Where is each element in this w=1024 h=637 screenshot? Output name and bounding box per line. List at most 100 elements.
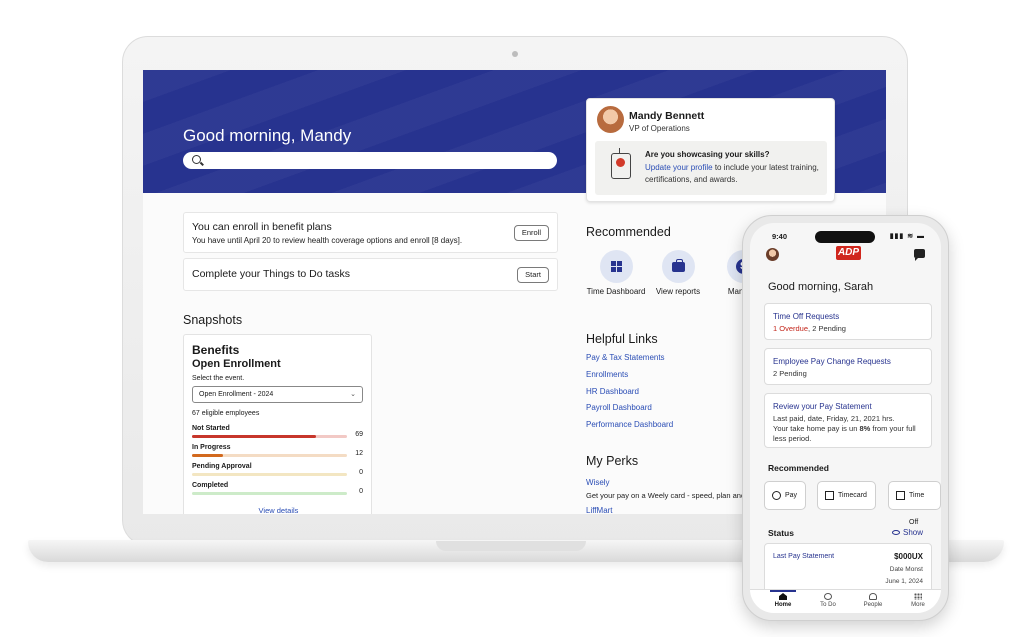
nav-todo[interactable]: To Do [808, 593, 848, 608]
badge-icon [611, 148, 631, 179]
perk-liffmart[interactable]: LiffMart [586, 506, 613, 514]
profile-title: VP of Operations [629, 124, 690, 133]
status-label: Completed [192, 482, 229, 489]
progress-fill [192, 435, 316, 438]
mobile-screen: 9:40 ▮▮▮ ≋ ▬ ADP Good morning, Sarah Tim… [750, 223, 941, 613]
nav-label: More [911, 602, 925, 608]
rec-label: Time Dashboard [586, 287, 646, 296]
signal-wifi-battery-icon: ▮▮▮ ≋ ▬ [889, 233, 925, 240]
rec-label: View reports [655, 287, 701, 296]
nav-label: People [863, 602, 883, 608]
profile-name: Mandy Bennett [629, 110, 705, 122]
card-subtitle: 1 Overdue, 2 Pending [773, 324, 846, 333]
chip-label: Timecard [838, 492, 867, 499]
search-input[interactable] [183, 152, 557, 169]
event-select[interactable]: Open Enrollment - 2024 ⌄ [192, 386, 363, 403]
avatar[interactable] [766, 248, 779, 261]
nav-home[interactable]: Home [763, 593, 803, 608]
benefits-subtitle: Open Enrollment [192, 358, 281, 370]
link-payroll-dashboard[interactable]: Payroll Dashboard [586, 403, 652, 412]
view-details-link[interactable]: View details [184, 506, 373, 514]
status-heading: Status [768, 528, 794, 538]
status-label: In Progress [192, 444, 231, 451]
card-text: Last paid, date, Friday, 21, 2021 hrs. Y… [773, 414, 923, 444]
progress-track [192, 473, 347, 476]
pending-count: , 2 Pending [808, 324, 846, 333]
search-icon [192, 155, 201, 164]
status-row-not-started: Not Started 69 [192, 425, 363, 443]
show-toggle[interactable]: Show [891, 528, 923, 537]
pay-statement-card[interactable]: Review your Pay Statement Last paid, dat… [764, 393, 932, 448]
progress-fill [192, 454, 223, 457]
dollar-icon [772, 491, 781, 500]
skills-question: Are you showcasing your skills? [645, 150, 770, 159]
show-label: Show [902, 528, 923, 537]
time-off-card[interactable]: Time Off Requests 1 Overdue, 2 Pending [764, 303, 932, 340]
todo-title: Complete your Things to Do tasks [192, 268, 350, 280]
avatar[interactable] [597, 106, 624, 133]
perk-description: Get your pay on a Weely card - speed, pl… [586, 491, 746, 500]
timecard-icon [825, 491, 834, 500]
enroll-button[interactable]: Enroll [513, 225, 549, 241]
card-line: Last paid, date, Friday, 21, 2021 hrs. [773, 414, 895, 423]
link-hr-dashboard[interactable]: HR Dashboard [586, 387, 639, 396]
perk-wisely[interactable]: Wisely [586, 478, 610, 487]
briefcase-icon [671, 259, 685, 272]
link-enrollments[interactable]: Enrollments [586, 370, 628, 379]
mobile-greeting: Good morning, Sarah [768, 281, 874, 293]
card-title: Employee Pay Change Requests [773, 357, 891, 366]
benefits-card: Benefits Open Enrollment Select the even… [183, 334, 372, 514]
last-pay-card[interactable]: Last Pay Statement $000UX Date Monst Jun… [764, 543, 932, 593]
enroll-subtitle: You have until April 20 to review health… [192, 236, 463, 245]
status-label: Not Started [192, 425, 230, 432]
card-title: Review your Pay Statement [773, 402, 872, 411]
timecard-chip[interactable]: Timecard [817, 481, 876, 510]
progress-track [192, 454, 347, 457]
skills-prompt: Are you showcasing your skills? Update y… [595, 141, 827, 195]
status-time: 9:40 [772, 232, 788, 241]
eligible-count: 67 eligible employees [192, 410, 260, 417]
pay-date-label: Date Monst [889, 566, 923, 573]
bottom-nav: Home To Do People More [750, 589, 941, 613]
event-select-label: Select the event. [192, 375, 245, 382]
snapshots-heading: Snapshots [183, 313, 243, 327]
link-pay-tax[interactable]: Pay & Tax Statements [586, 353, 665, 362]
my-perks-heading: My Perks [586, 454, 639, 468]
laptop-notch [436, 541, 586, 551]
time-off-chip[interactable]: Time Off [888, 481, 941, 526]
pay-chip[interactable]: Pay [764, 481, 807, 510]
progress-track [192, 492, 347, 495]
chat-icon[interactable] [914, 249, 925, 261]
card-highlight: 8% [859, 424, 871, 433]
status-label: Pending Approval [192, 463, 252, 470]
start-button[interactable]: Start [517, 267, 549, 283]
nav-people[interactable]: People [853, 593, 893, 608]
home-icon [779, 593, 787, 600]
pay-change-card[interactable]: Employee Pay Change Requests 2 Pending [764, 348, 932, 385]
dynamic-island [815, 231, 875, 243]
more-icon [914, 593, 922, 600]
nav-label: To Do [820, 602, 836, 608]
nav-label: Home [774, 602, 792, 608]
calendar-icon [896, 491, 905, 500]
rec-view-reports[interactable]: View reports [648, 250, 708, 297]
card-title: Time Off Requests [773, 312, 840, 321]
pay-amount: $000UX [894, 552, 923, 561]
helpful-links-heading: Helpful Links [586, 332, 658, 346]
link-performance-dashboard[interactable]: Performance Dashboard [586, 420, 673, 429]
overdue-count: 1 Overdue [773, 324, 809, 333]
rec-circle [599, 250, 633, 283]
laptop-camera [512, 51, 518, 57]
card-subtitle: 2 Pending [773, 369, 807, 378]
nav-more[interactable]: More [898, 593, 938, 608]
recommended-heading: Recommended [586, 225, 671, 239]
phone-frame: 9:40 ▮▮▮ ≋ ▬ ADP Good morning, Sarah Tim… [742, 215, 949, 621]
page-greeting: Good morning, Mandy [183, 126, 352, 145]
progress-track [192, 435, 347, 438]
status-count: 12 [355, 450, 363, 457]
card-line: Your take home pay is un [773, 424, 860, 433]
rec-time-dashboard[interactable]: Time Dashboard [586, 250, 646, 297]
adp-logo: ADP [836, 246, 861, 260]
active-tab-indicator [770, 590, 796, 592]
update-profile-link[interactable]: Update your profile [645, 163, 713, 172]
